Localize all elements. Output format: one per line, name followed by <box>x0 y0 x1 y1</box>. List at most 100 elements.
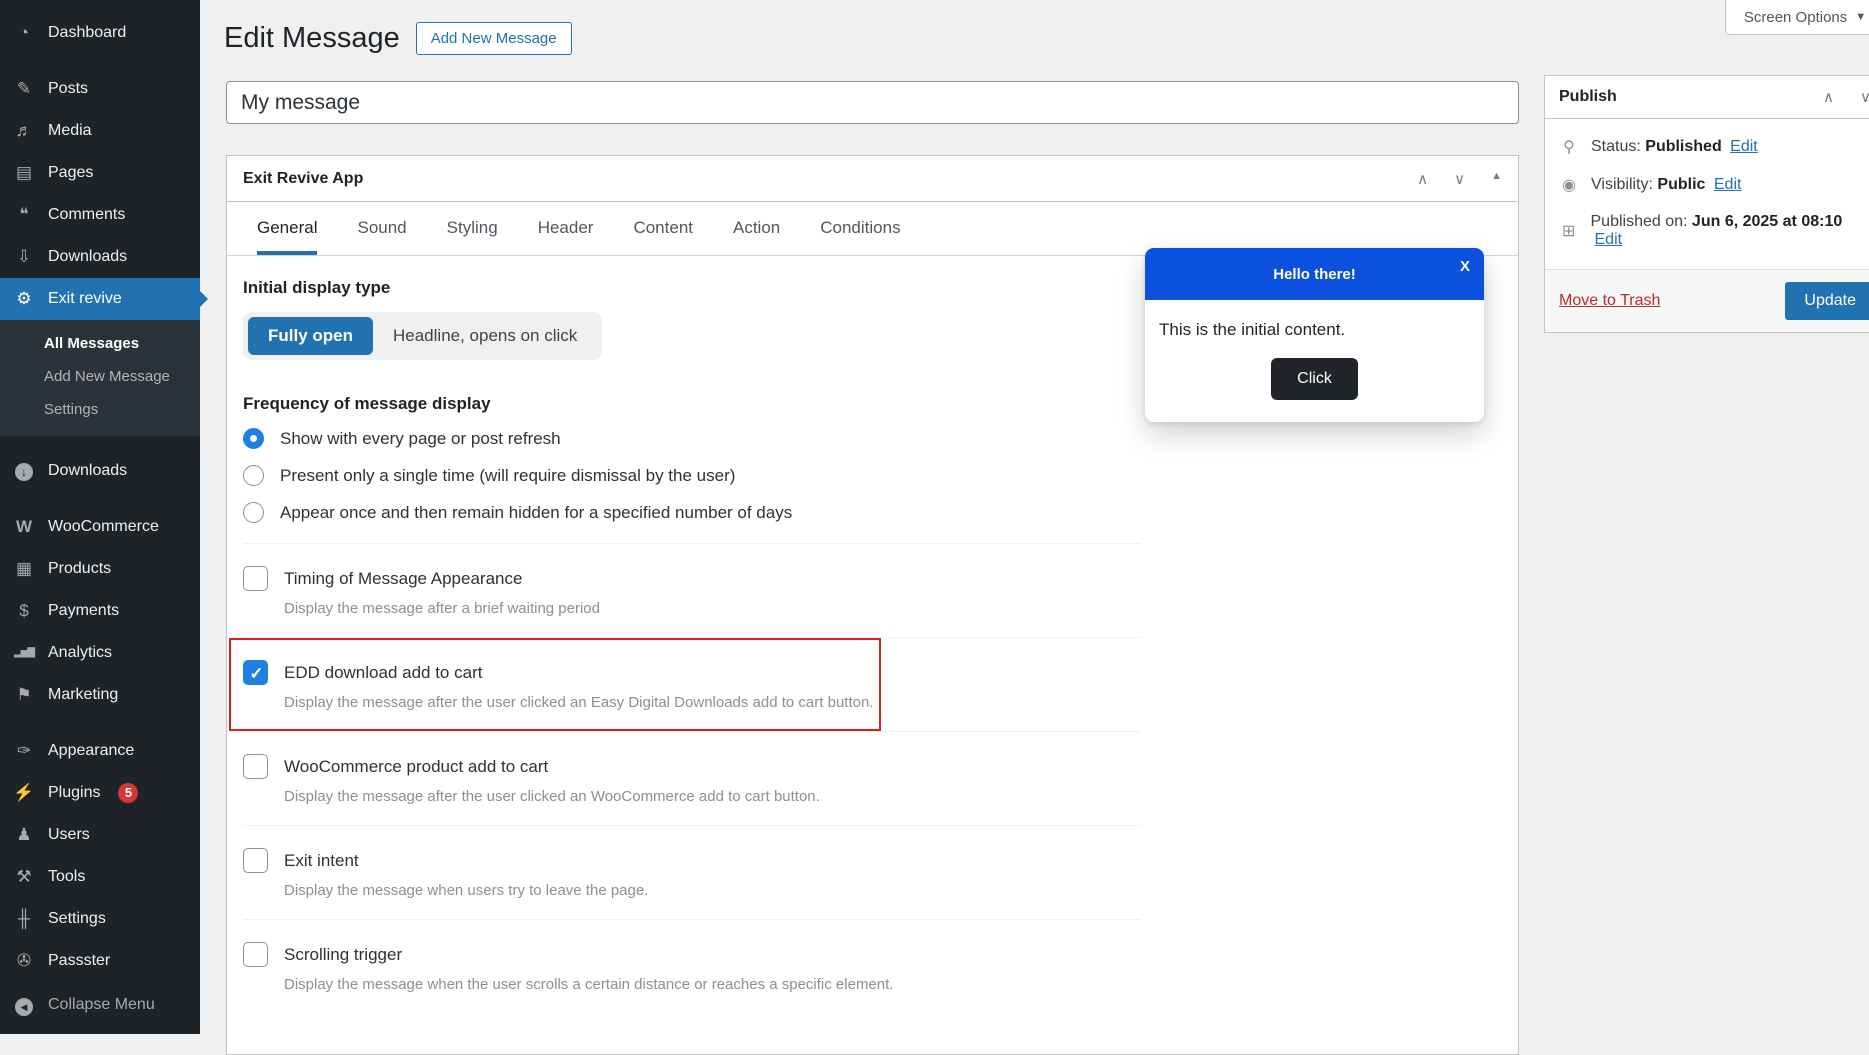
pages-icon: ▤ <box>12 162 36 184</box>
frequency-option-every-refresh[interactable]: Show with every page or post refresh <box>243 428 1502 449</box>
edit-published-date-link[interactable]: Edit <box>1595 231 1623 248</box>
woocommerce-icon: W <box>12 516 36 538</box>
frequency-option-hidden-days[interactable]: Appear once and then remain hidden for a… <box>243 502 1502 523</box>
tab-header[interactable]: Header <box>538 202 594 255</box>
sidebar-item-users[interactable]: ♟ Users <box>0 814 200 856</box>
trigger-row-edd: EDD download add to cart Display the mes… <box>243 638 1141 731</box>
dollar-icon: $ <box>12 600 36 622</box>
sidebar-item-posts[interactable]: ✎ Posts <box>0 68 200 110</box>
fully-open-option[interactable]: Fully open <box>248 317 373 355</box>
exit-revive-submenu: All Messages Add New Message Settings <box>0 320 200 436</box>
sidebar-item-label: Passster <box>48 950 110 972</box>
submenu-item-all-messages[interactable]: All Messages <box>0 327 200 360</box>
sidebar-item-label: Exit revive <box>48 288 122 310</box>
submenu-item-add-new-message[interactable]: Add New Message <box>0 360 200 393</box>
trigger-row-woocommerce: WooCommerce product add to cart Display … <box>243 732 1141 825</box>
tab-general[interactable]: General <box>257 202 317 255</box>
comment-bubble-icon: ❝ <box>12 204 36 226</box>
chevron-down-icon: ▼ <box>1855 11 1866 23</box>
screen-options-button[interactable]: Screen Options ▼ <box>1725 0 1869 35</box>
update-button[interactable]: Update <box>1785 282 1869 320</box>
frequency-option-single-time[interactable]: Present only a single time (will require… <box>243 465 1502 486</box>
sidebar-item-label: Downloads <box>48 460 127 482</box>
sidebar-item-settings[interactable]: ╫ Settings <box>0 898 200 940</box>
brush-icon: ✑ <box>12 740 36 762</box>
headline-option[interactable]: Headline, opens on click <box>373 317 597 355</box>
sidebar-item-tools[interactable]: ⚒ Tools <box>0 856 200 898</box>
checkbox-unchecked-icon[interactable] <box>243 942 268 967</box>
popup-header: Hello there! X <box>1145 248 1484 300</box>
move-down-icon[interactable]: ∨ <box>1454 170 1465 188</box>
sidebar-item-label: Users <box>48 824 90 846</box>
popup-content-text: This is the initial content. <box>1159 320 1470 340</box>
edd-checkbox-row[interactable]: EDD download add to cart <box>243 660 1141 685</box>
edit-visibility-link[interactable]: Edit <box>1714 176 1742 193</box>
tab-action[interactable]: Action <box>733 202 780 255</box>
message-preview-popup: Hello there! X This is the initial conte… <box>1145 248 1484 422</box>
radio-unchecked-icon[interactable] <box>243 502 264 523</box>
exit-intent-checkbox-row[interactable]: Exit intent <box>243 848 1141 873</box>
sidebar-item-label: Downloads <box>48 246 127 268</box>
sidebar-item-downloads[interactable]: ⇩ Downloads <box>0 236 200 278</box>
sidebar-item-exit-revive[interactable]: ⚙ Exit revive <box>0 278 200 320</box>
tab-styling[interactable]: Styling <box>447 202 498 255</box>
popup-click-button[interactable]: Click <box>1271 358 1358 400</box>
radio-checked-icon[interactable] <box>243 428 264 449</box>
sidebar-item-payments[interactable]: $ Payments <box>0 590 200 632</box>
move-down-icon[interactable]: ∨ <box>1860 88 1869 106</box>
woocommerce-checkbox-row[interactable]: WooCommerce product add to cart <box>243 754 1141 779</box>
sidebar-item-woocommerce[interactable]: W WooCommerce <box>0 506 200 548</box>
wrench-icon: ⚒ <box>12 866 36 888</box>
radio-label: Appear once and then remain hidden for a… <box>280 503 792 523</box>
plugins-update-badge: 5 <box>118 783 138 803</box>
move-up-icon[interactable]: ∧ <box>1823 88 1834 106</box>
sidebar-item-media[interactable]: ♬ Media <box>0 110 200 152</box>
visibility-value: Public <box>1657 176 1705 193</box>
submenu-item-settings[interactable]: Settings <box>0 393 200 426</box>
toggle-panel-icon[interactable]: ▲ <box>1491 170 1502 188</box>
megaphone-icon: ⚑ <box>12 684 36 706</box>
move-to-trash-link[interactable]: Move to Trash <box>1559 292 1660 310</box>
checkbox-unchecked-icon[interactable] <box>243 754 268 779</box>
sliders-icon: ╫ <box>12 908 36 930</box>
sidebar-item-marketing[interactable]: ⚑ Marketing <box>0 674 200 716</box>
lock-icon: ✇ <box>12 950 36 972</box>
scrolling-checkbox-row[interactable]: Scrolling trigger <box>243 942 1141 967</box>
popup-title: Hello there! <box>1273 266 1356 283</box>
add-new-message-button[interactable]: Add New Message <box>416 22 572 55</box>
sidebar-item-analytics[interactable]: ▂▅▇ Analytics <box>0 632 200 674</box>
tab-conditions[interactable]: Conditions <box>820 202 900 255</box>
tab-sound[interactable]: Sound <box>357 202 406 255</box>
tab-content[interactable]: Content <box>633 202 693 255</box>
visibility-text: Visibility: Public Edit <box>1591 176 1741 194</box>
sidebar-item-label: Dashboard <box>48 22 126 44</box>
initial-display-segmented-control: Fully open Headline, opens on click <box>243 312 602 360</box>
collapse-menu-button[interactable]: ◀ Collapse Menu <box>0 984 200 1026</box>
sidebar-item-passster[interactable]: ✇ Passster <box>0 940 200 982</box>
sidebar-item-pages[interactable]: ▤ Pages <box>0 152 200 194</box>
close-icon[interactable]: X <box>1460 258 1470 275</box>
radio-unchecked-icon[interactable] <box>243 465 264 486</box>
sidebar-item-plugins[interactable]: ⚡ Plugins 5 <box>0 772 200 814</box>
publish-header: Publish ∧ ∨ <box>1545 76 1869 119</box>
sidebar-item-products[interactable]: ▦ Products <box>0 548 200 590</box>
move-up-icon[interactable]: ∧ <box>1417 170 1428 188</box>
timing-checkbox-row[interactable]: Timing of Message Appearance <box>243 566 1141 591</box>
sidebar-item-label: Plugins <box>48 782 100 804</box>
sidebar-item-comments[interactable]: ❝ Comments <box>0 194 200 236</box>
checkbox-unchecked-icon[interactable] <box>243 566 268 591</box>
sidebar-item-dashboard[interactable]: ◔ Dashboard <box>0 12 200 54</box>
checkbox-checked-icon[interactable] <box>243 660 268 685</box>
checkbox-unchecked-icon[interactable] <box>243 848 268 873</box>
publish-body: ⚲ Status: Published Edit ◉ Visibility: P… <box>1545 119 1869 269</box>
sidebar-item-downloads-edd[interactable]: ↓ Downloads <box>0 450 200 492</box>
sidebar-item-appearance[interactable]: ✑ Appearance <box>0 730 200 772</box>
message-title-input[interactable] <box>226 81 1519 124</box>
download-arrow-icon: ⇩ <box>12 246 36 268</box>
menu-separator <box>0 492 200 506</box>
status-text: Status: Published Edit <box>1591 138 1758 156</box>
bar-chart-icon: ▂▅▇ <box>12 642 36 664</box>
sidebar-item-label: WooCommerce <box>48 516 159 538</box>
pin-icon: ⚲ <box>1559 137 1579 157</box>
edit-status-link[interactable]: Edit <box>1730 138 1758 155</box>
